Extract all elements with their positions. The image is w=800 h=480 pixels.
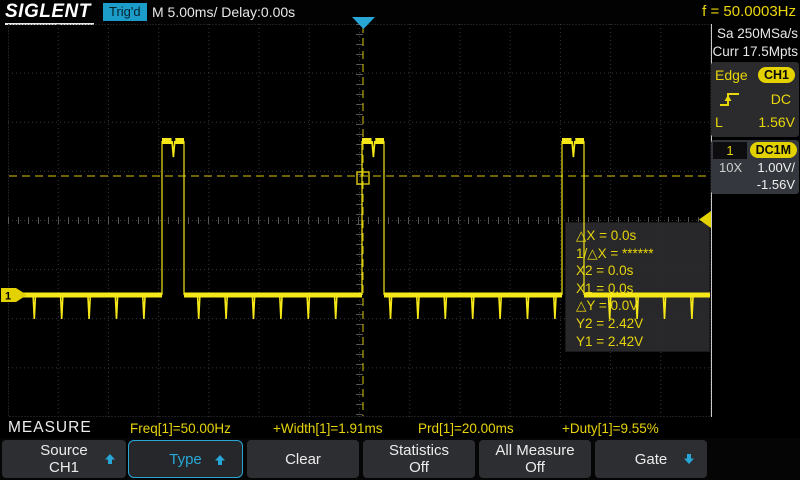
down-arrow-icon: [683, 453, 695, 465]
probe-attenuation: 10X: [719, 160, 742, 175]
up-arrow-icon: [214, 454, 226, 466]
rising-edge-icon: [719, 90, 740, 108]
menu-button-source[interactable]: Source CH1: [2, 440, 126, 478]
cursor-readout-line: △Y = 0.0V: [576, 297, 709, 315]
menu-button-clear[interactable]: Clear: [247, 440, 359, 478]
vertical-scale: 1.00V/: [757, 160, 795, 175]
button-label: All Measure: [495, 442, 574, 459]
button-label: Statistics: [389, 442, 449, 459]
trigger-coupling-label: DC: [771, 91, 791, 107]
menu-button-all-measure[interactable]: All Measure Off: [479, 440, 591, 478]
menu-button-gate[interactable]: Gate: [595, 440, 707, 478]
measurement-readout: Freq[1]=50.00Hz: [130, 421, 231, 436]
button-label: Source: [40, 442, 88, 459]
button-value: Off: [409, 459, 429, 476]
trigger-level-value: 1.56V: [758, 114, 795, 130]
channel-coupling-badge: DC1M: [750, 142, 797, 158]
cursor-readout-line: X2 = 0.0s: [576, 262, 709, 280]
measurement-readout: +Width[1]=1.91ms: [273, 421, 383, 436]
measurement-readout: Prd[1]=20.00ms: [418, 421, 514, 436]
button-value: CH1: [49, 459, 79, 476]
vertical-offset: -1.56V: [757, 177, 795, 192]
button-label: Clear: [285, 451, 321, 468]
softkey-menu: Source CH1 Type Clear Statistics Off All…: [0, 438, 800, 480]
cursor-readout-line: 1/△X = ******: [576, 245, 709, 263]
cursor-readout-line: Y1 = 2.42V: [576, 333, 709, 351]
measure-title: MEASURE: [8, 419, 92, 437]
trigger-type-label: Edge: [715, 67, 748, 83]
menu-button-type[interactable]: Type: [128, 440, 243, 478]
up-arrow-icon: [104, 453, 116, 465]
measure-bar: MEASURE Freq[1]=50.00Hz +Width[1]=1.91ms P…: [0, 418, 800, 438]
button-label: Gate: [635, 451, 668, 468]
cursor-readout-line: Y2 = 2.42V: [576, 315, 709, 333]
trigger-level-letter: L: [715, 114, 723, 130]
cursor-readout-line: X1 = 0.0s: [576, 280, 709, 298]
channel-number-chip: 1: [713, 142, 747, 159]
cursor-readout[interactable]: △X = 0.0s1/△X = ******X2 = 0.0sX1 = 0.0s…: [565, 222, 710, 352]
channel-panel[interactable]: 1 DC1M 10X 1.00V/ -1.56V: [711, 140, 799, 194]
trigger-panel[interactable]: Edge CH1 DC L 1.56V: [711, 62, 799, 137]
button-label: Type: [169, 451, 202, 468]
menu-button-statistics[interactable]: Statistics Off: [363, 440, 475, 478]
cursor-readout-line: △X = 0.0s: [576, 227, 709, 245]
measurement-readout: +Duty[1]=9.55%: [562, 421, 659, 436]
oscilloscope-screen: SIGLENT Trig'd M 5.00ms/ Delay:0.00s f =…: [0, 0, 800, 480]
button-value: Off: [525, 459, 545, 476]
trigger-source-badge: CH1: [758, 67, 795, 83]
